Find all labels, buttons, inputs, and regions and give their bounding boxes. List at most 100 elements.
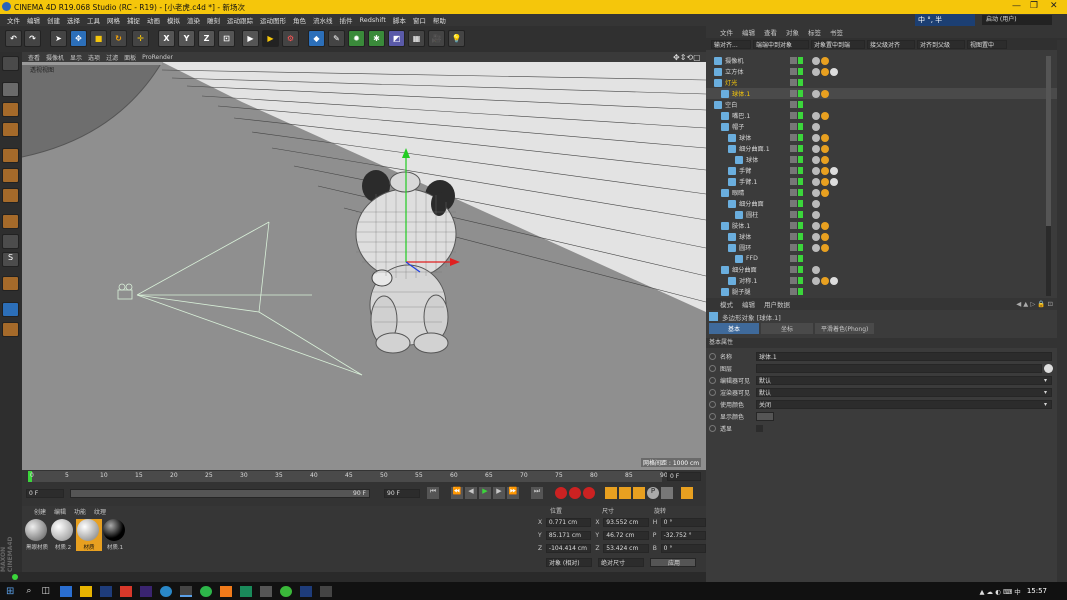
render-toggle[interactable]: [798, 189, 803, 196]
attr-menu-edit[interactable]: 编辑: [742, 299, 755, 309]
attr-field-value[interactable]: 默认: [756, 387, 1052, 397]
object-tag-icon[interactable]: [821, 166, 829, 175]
light-icon[interactable]: 💡: [448, 30, 465, 47]
object-tag-icon[interactable]: [812, 89, 820, 98]
layout-dropdown[interactable]: 启动 (用户): [982, 15, 1052, 25]
visibility-toggle[interactable]: [790, 79, 797, 86]
object-tag-icon[interactable]: [812, 56, 820, 65]
floor-scene-icon[interactable]: ▦: [408, 30, 425, 47]
object-list-item[interactable]: 对称.1: [706, 275, 1067, 286]
coord-size-field[interactable]: 53.424 cm: [603, 543, 649, 553]
object-tag-icon[interactable]: [821, 155, 829, 164]
side-tab-strip[interactable]: [1057, 40, 1067, 298]
tweak-mode-icon[interactable]: [2, 234, 19, 249]
menu-script[interactable]: 脚本: [393, 15, 406, 25]
viewport-menu-panel[interactable]: 面板: [124, 53, 136, 62]
task-view-icon[interactable]: ◫: [41, 586, 50, 596]
visibility-toggle[interactable]: [790, 288, 797, 295]
menu-motion-tracking[interactable]: 运动跟踪: [227, 15, 253, 25]
render-toggle[interactable]: [798, 233, 803, 240]
object-tag-icon[interactable]: [812, 188, 820, 197]
visibility-toggle[interactable]: [790, 123, 797, 130]
object-tag-icon[interactable]: [821, 56, 829, 65]
locked-workplane-icon[interactable]: [2, 302, 19, 317]
menu-animate[interactable]: 动画: [147, 15, 160, 25]
render-toggle[interactable]: [798, 79, 803, 86]
key-scale-icon[interactable]: [619, 487, 631, 499]
rotate-icon[interactable]: ↻: [110, 30, 127, 47]
coord-position-field[interactable]: 85.171 cm: [545, 530, 592, 540]
polygons-mode-icon[interactable]: [2, 188, 19, 203]
objmgr-scrollbar[interactable]: [1046, 56, 1051, 296]
visibility-toggle[interactable]: [790, 90, 797, 97]
autokey-icon[interactable]: [569, 487, 581, 499]
object-tag-icon[interactable]: [812, 67, 820, 76]
object-tag-icon[interactable]: [830, 177, 838, 186]
viewport-menu-display[interactable]: 显示: [70, 53, 82, 62]
visibility-toggle[interactable]: [790, 57, 797, 64]
visibility-toggle[interactable]: [790, 134, 797, 141]
visibility-toggle[interactable]: [790, 277, 797, 284]
visibility-toggle[interactable]: [790, 211, 797, 218]
camera-icon[interactable]: 🎥: [428, 30, 445, 47]
visibility-toggle[interactable]: [790, 222, 797, 229]
app-taskbar-icon[interactable]: [239, 585, 252, 597]
render-toggle[interactable]: [798, 178, 803, 185]
visibility-toggle[interactable]: [790, 189, 797, 196]
object-tag-icon[interactable]: [812, 221, 820, 230]
menu-edit[interactable]: 编辑: [27, 15, 40, 25]
render-toggle[interactable]: [798, 244, 803, 251]
render-toggle[interactable]: [798, 134, 803, 141]
menu-character[interactable]: 角色: [293, 15, 306, 25]
x-axis-icon[interactable]: X: [158, 30, 175, 47]
object-tag-icon[interactable]: [812, 243, 820, 252]
menu-simulate[interactable]: 模拟: [167, 15, 180, 25]
make-editable-icon[interactable]: [2, 56, 19, 71]
prev-frame-icon[interactable]: ◀: [465, 487, 477, 499]
menu-plugins[interactable]: 插件: [340, 15, 353, 25]
app-taskbar-icon[interactable]: [59, 585, 72, 597]
timeline-settings-icon[interactable]: [681, 487, 693, 499]
render-toggle[interactable]: [798, 156, 803, 163]
visibility-toggle[interactable]: [790, 112, 797, 119]
material-menu-create[interactable]: 创建: [34, 507, 46, 516]
visibility-toggle[interactable]: [790, 200, 797, 207]
object-tag-icon[interactable]: [821, 144, 829, 153]
objmgr-menu-bookmarks[interactable]: 书签: [830, 27, 843, 37]
object-tag-icon[interactable]: [812, 144, 820, 153]
material-swatch[interactable]: 黑眼材质: [24, 519, 50, 551]
menu-mesh[interactable]: 网格: [107, 15, 120, 25]
menu-mograph[interactable]: 运动图形: [260, 15, 286, 25]
object-list-item[interactable]: 灯光: [706, 77, 1067, 88]
planar-workplane-icon[interactable]: [2, 322, 19, 337]
objmgr-tool-center-axis[interactable]: 端端中到对象: [753, 39, 809, 49]
objmgr-tool-align[interactable]: 输对齐...: [711, 39, 751, 49]
key-pla-icon[interactable]: [661, 487, 673, 499]
live-selection-icon[interactable]: ✛: [132, 30, 149, 47]
render-toggle[interactable]: [798, 222, 803, 229]
texture-mode-icon[interactable]: [2, 102, 19, 117]
object-tag-icon[interactable]: [830, 67, 838, 76]
pen-spline-icon[interactable]: ✎: [328, 30, 345, 47]
goto-start-icon[interactable]: ⏮: [427, 487, 439, 499]
material-menu-texture[interactable]: 纹理: [94, 507, 106, 516]
viewport-nav-icons[interactable]: ✥⇕⟲▢: [673, 53, 701, 62]
model-mode-icon[interactable]: [2, 82, 19, 97]
maximize-icon[interactable]: ❐: [1030, 1, 1038, 11]
y-axis-icon[interactable]: Y: [178, 30, 195, 47]
menu-pipeline[interactable]: 流水线: [313, 15, 333, 25]
object-tag-icon[interactable]: [821, 276, 829, 285]
start-frame-field[interactable]: 0 F: [26, 489, 64, 498]
goto-end-icon[interactable]: ⏭: [531, 487, 543, 499]
viewport-menu-prorender[interactable]: ProRender: [142, 54, 173, 61]
visibility-toggle[interactable]: [790, 156, 797, 163]
objmgr-tool-center-object[interactable]: 对象置中到端: [811, 39, 865, 49]
objmgr-tool-frame-view[interactable]: 视图置中: [967, 39, 1007, 49]
attr-field-value[interactable]: 球体.1: [756, 351, 1052, 361]
object-list-item[interactable]: FFD: [706, 253, 1067, 264]
animate-param-icon[interactable]: [709, 364, 716, 372]
record-icon[interactable]: [555, 487, 567, 499]
menu-sculpt[interactable]: 雕刻: [207, 15, 220, 25]
material-swatch[interactable]: 材质.2: [50, 519, 76, 551]
key-param-icon[interactable]: P: [647, 487, 659, 499]
